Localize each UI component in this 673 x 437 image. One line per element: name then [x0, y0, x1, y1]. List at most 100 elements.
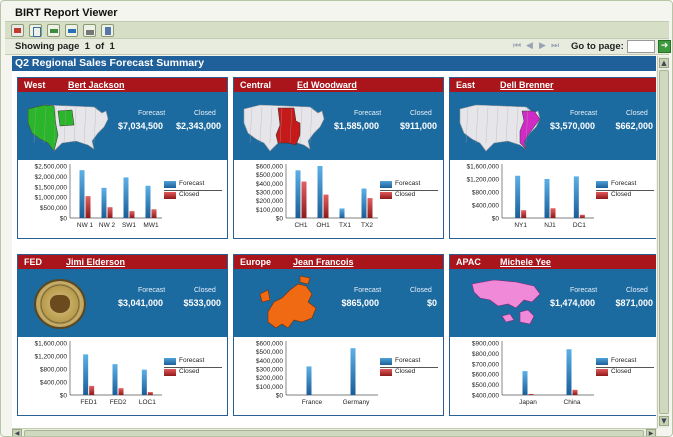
forecast-bar	[339, 208, 345, 218]
sales-rep-link[interactable]: Jimi Elderson	[66, 255, 125, 269]
legend-label-closed: Closed	[611, 368, 632, 375]
y-tick-label: $100,000	[256, 207, 283, 214]
closed-bar	[89, 385, 95, 395]
panel-header: East Dell Brenner	[450, 78, 656, 92]
legend-label-forecast: Forecast	[395, 357, 421, 364]
next-page-icon[interactable]: ▶	[539, 41, 546, 51]
horizontal-scrollbar[interactable]: ◀ ▶	[12, 428, 657, 436]
forecast-bar	[306, 366, 312, 395]
last-page-icon[interactable]: ⏭	[551, 41, 559, 51]
panel-summary: Forecast Closed $1,474,000 $871,000	[450, 269, 656, 337]
x-tick-label: France	[302, 399, 323, 406]
vertical-scroll-thumb[interactable]	[659, 70, 669, 414]
scroll-left-icon[interactable]: ◀	[12, 429, 22, 436]
y-tick-label: $0	[492, 216, 500, 223]
x-tick-label: NW 2	[99, 222, 116, 229]
legend-swatch-forecast	[596, 181, 608, 188]
forecast-value: $3,570,000	[549, 121, 595, 131]
forecast-label: Forecast	[138, 287, 166, 294]
print-icon[interactable]	[83, 24, 96, 37]
sales-rep-link[interactable]: Ed Woodward	[297, 78, 357, 92]
region-name: West	[24, 80, 46, 90]
scroll-up-icon[interactable]: ▲	[659, 58, 669, 68]
legend-item-closed: Closed	[596, 368, 656, 379]
great-seal-image	[34, 279, 86, 329]
closed-bar	[521, 210, 527, 218]
scroll-down-icon[interactable]: ▼	[659, 416, 669, 426]
previous-page-icon[interactable]: ◀	[526, 41, 533, 51]
legend-label-forecast: Forecast	[611, 357, 637, 364]
legend-item-closed: Closed	[380, 191, 440, 202]
report-area: Q2 Regional Sales Forecast Summary West B…	[12, 56, 656, 428]
print-server-icon[interactable]	[101, 24, 114, 37]
forecast-bar	[522, 371, 528, 395]
vertical-scrollbar[interactable]: ▲ ▼	[657, 56, 669, 428]
panel-summary: Forecast Closed $3,041,000 $533,000	[18, 269, 227, 337]
x-tick-label: FED2	[110, 399, 127, 406]
legend-label-closed: Closed	[179, 368, 200, 375]
closed-label: Closed	[410, 110, 432, 117]
y-tick-label: $400,000	[472, 203, 499, 210]
europe-map-shape	[259, 275, 317, 329]
y-tick-label: $200,000	[256, 198, 283, 205]
x-tick-label: OH1	[316, 222, 330, 229]
first-page-icon[interactable]: ⏮	[513, 41, 521, 51]
goto-page-button[interactable]: ➜	[658, 40, 671, 53]
x-tick-label: LOC1	[139, 399, 156, 406]
forecast-bar	[350, 348, 356, 395]
legend-item-closed: Closed	[380, 368, 440, 379]
x-tick-label: DC1	[573, 222, 586, 229]
y-tick-label: $400,000	[256, 181, 283, 188]
closed-bar	[367, 198, 373, 218]
scroll-right-icon[interactable]: ▶	[646, 429, 656, 436]
sales-rep-link[interactable]: Michele Yee	[500, 255, 551, 269]
y-tick-label: $1,000,000	[34, 195, 67, 202]
y-tick-label: $1,600,000	[466, 164, 499, 171]
sales-rep-link[interactable]: Bert Jackson	[68, 78, 125, 92]
forecast-bar	[515, 175, 521, 218]
bar-chart: $400,000 $500,000 $600,000 $700,000 $800,000…	[450, 337, 656, 415]
forecast-bar	[123, 177, 129, 218]
x-tick-label: TX2	[361, 222, 373, 229]
toc-icon[interactable]	[29, 24, 42, 37]
bar-chart: $0 $500,000 $1,000,000 $1,500,000 $2,000,000…	[18, 160, 227, 238]
export-data-icon[interactable]	[65, 24, 78, 37]
closed-label: Closed	[194, 110, 216, 117]
y-tick-label: $300,000	[256, 367, 283, 374]
legend-label-closed: Closed	[179, 191, 200, 198]
forecast-value: $3,041,000	[117, 298, 163, 308]
y-tick-label: $500,000	[40, 205, 67, 212]
y-tick-label: $400,000	[40, 380, 67, 387]
chart-legend: Forecast Closed	[164, 357, 224, 379]
region-panel: Europe Jean Francois Forecast Closed $865,00…	[233, 254, 444, 416]
current-page: 1	[84, 41, 90, 52]
app-title: BIRT Report Viewer	[15, 7, 118, 19]
x-tick-label: NJ1	[544, 222, 556, 229]
y-tick-label: $0	[276, 393, 284, 400]
closed-bar	[147, 392, 153, 395]
page-indicator: Showing page 1 of 1	[15, 41, 115, 52]
sales-rep-link[interactable]: Jean Francois	[293, 255, 354, 269]
toolbar	[5, 21, 669, 39]
forecast-value: $7,034,500	[117, 121, 163, 131]
of-label: of	[95, 41, 105, 52]
pdf-export-icon[interactable]	[11, 24, 24, 37]
closed-bar	[301, 181, 307, 218]
legend-swatch-forecast	[380, 358, 392, 365]
sales-rep-link[interactable]: Dell Brenner	[500, 78, 554, 92]
goto-page-input[interactable]	[627, 40, 655, 53]
y-tick-label: $0	[60, 216, 68, 223]
legend-swatch-forecast	[164, 181, 176, 188]
horizontal-scroll-thumb[interactable]	[24, 430, 644, 436]
chart-legend: Forecast Closed	[380, 357, 440, 379]
apac-map-shape	[471, 279, 541, 325]
closed-label: Closed	[194, 287, 216, 294]
y-tick-label: $400,000	[472, 393, 499, 400]
panel-header: APAC Michele Yee	[450, 255, 656, 269]
y-tick-label: $1,200,000	[466, 177, 499, 184]
legend-item-forecast: Forecast	[164, 357, 224, 368]
us-map-region-highlight	[519, 110, 541, 150]
x-tick-label: China	[564, 399, 581, 406]
export-report-icon[interactable]	[47, 24, 60, 37]
region-name: FED	[24, 257, 42, 267]
